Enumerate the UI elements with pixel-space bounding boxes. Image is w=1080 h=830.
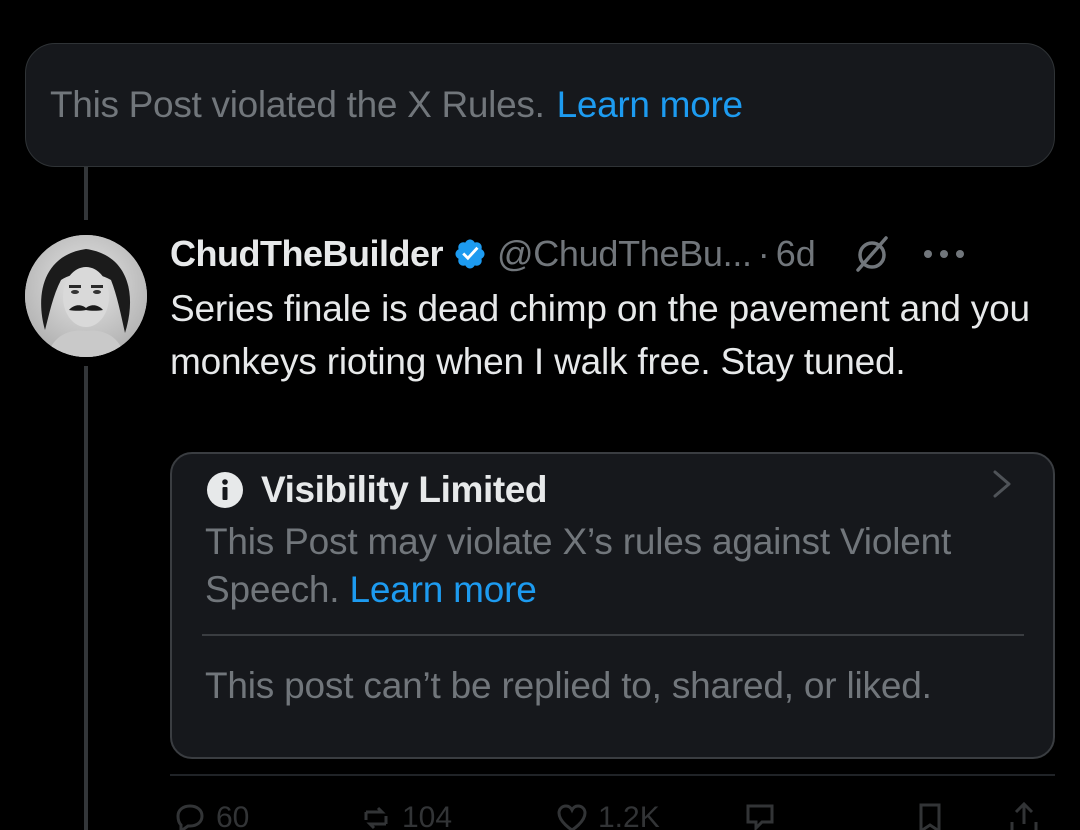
visibility-title-row: Visibility Limited xyxy=(205,462,548,518)
separator-dot: · xyxy=(757,233,770,274)
repost-button[interactable]: 104 xyxy=(358,800,452,830)
thread-line xyxy=(84,167,88,220)
reply-icon xyxy=(176,804,204,830)
divider xyxy=(202,634,1024,636)
display-name[interactable]: ChudTheBuilder xyxy=(170,233,443,275)
grok-icon[interactable] xyxy=(852,234,892,274)
post-detail: This Post violated the X Rules. Learn mo… xyxy=(0,0,1080,830)
share-button[interactable] xyxy=(1006,800,1042,830)
visibility-title: Visibility Limited xyxy=(261,469,548,510)
divider xyxy=(170,774,1055,776)
reply-count: 60 xyxy=(216,801,250,830)
repost-icon xyxy=(364,806,388,830)
visibility-body-text: This Post may violate X’s rules against … xyxy=(205,521,952,610)
timestamp[interactable]: 6d xyxy=(776,233,816,275)
post-header: ChudTheBuilder @ChudTheBu... · 6d xyxy=(170,226,1050,282)
thread-line xyxy=(84,366,88,830)
violation-banner: This Post violated the X Rules. Learn mo… xyxy=(25,43,1055,167)
violation-learn-more-link[interactable]: Learn more xyxy=(557,84,744,126)
visibility-body: This Post may violate X’s rules against … xyxy=(205,518,1025,614)
bookmark-icon xyxy=(919,803,941,830)
verified-badge-icon xyxy=(455,239,485,269)
repost-count: 104 xyxy=(402,801,453,830)
like-button[interactable]: 1.2K xyxy=(554,800,660,830)
share-icon xyxy=(1010,801,1038,830)
views-button[interactable] xyxy=(742,800,778,830)
views-icon xyxy=(746,804,774,830)
bookmark-button[interactable] xyxy=(912,800,948,830)
post-text: Series finale is dead chimp on the pavem… xyxy=(170,288,1030,382)
info-icon xyxy=(207,472,243,508)
like-icon xyxy=(557,804,587,830)
violation-text: This Post violated the X Rules. xyxy=(50,84,545,125)
visibility-limited-card[interactable]: Visibility Limited This Post may violate… xyxy=(170,452,1055,759)
like-count: 1.2K xyxy=(598,801,660,830)
avatar[interactable] xyxy=(25,235,147,357)
visibility-learn-more-link[interactable]: Learn more xyxy=(349,569,536,610)
reply-button[interactable]: 60 xyxy=(172,800,249,830)
action-bar: 60 104 1.2K xyxy=(170,800,1050,830)
more-icon[interactable] xyxy=(922,244,966,264)
restriction-note: This post can’t be replied to, shared, o… xyxy=(205,665,932,706)
chevron-right-icon[interactable] xyxy=(989,468,1015,500)
handle[interactable]: @ChudTheBu... xyxy=(497,233,752,275)
